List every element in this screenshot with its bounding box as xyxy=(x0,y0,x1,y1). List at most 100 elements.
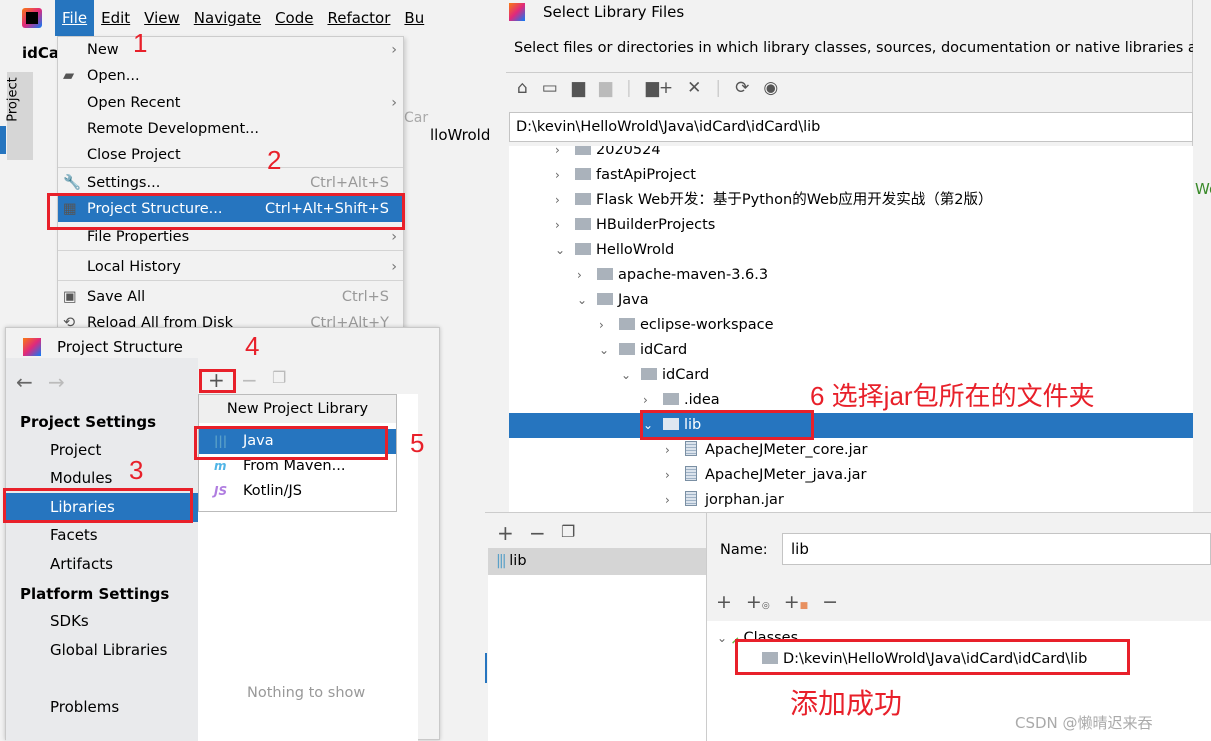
menu-separator xyxy=(58,250,403,251)
menu-item-open-recent[interactable]: Open Recent › xyxy=(58,90,403,116)
remove-button[interactable]: − xyxy=(529,521,546,545)
copy-button[interactable]: ❐ xyxy=(561,522,575,541)
sidebar-item-project[interactable]: Project xyxy=(6,436,198,465)
jar-icon xyxy=(685,491,697,506)
tree-row[interactable]: › 2020524 xyxy=(509,146,1193,163)
menu-item-label: Open... xyxy=(87,68,140,84)
tree-label: apache-maven-3.6.3 xyxy=(618,267,769,283)
menu-bar: File Edit View Navigate Code Refactor Bu xyxy=(55,0,485,36)
menu-item-remote-development[interactable]: Remote Development... xyxy=(58,116,403,142)
sidebar-item-global-libraries[interactable]: Global Libraries xyxy=(6,636,198,665)
chevron-down-icon[interactable]: ⌄ xyxy=(599,338,619,363)
menu-edit[interactable]: Edit xyxy=(94,0,137,36)
section-header: Platform Settings xyxy=(20,585,170,603)
menu-refactor[interactable]: Refactor xyxy=(320,0,397,36)
watermark: CSDN @懒晴迟来吞 xyxy=(1015,714,1153,732)
menu-navigate[interactable]: Navigate xyxy=(187,0,268,36)
name-input[interactable]: lib xyxy=(782,533,1211,565)
project-folder-icon[interactable]: ▆ xyxy=(572,78,585,98)
menu-bu[interactable]: Bu xyxy=(397,0,431,36)
folder-icon xyxy=(597,268,613,280)
chevron-right-icon[interactable]: › xyxy=(665,463,685,488)
tree-row[interactable]: › ApacheJMeter_core.jar xyxy=(509,438,1193,463)
menu-item-save-all[interactable]: ▣ Save All Ctrl+S xyxy=(58,284,403,310)
menu-item-local-history[interactable]: Local History › xyxy=(58,254,403,280)
menu-item-label: Save All xyxy=(87,289,146,305)
library-icon: ||| xyxy=(496,553,507,569)
jar-icon xyxy=(685,466,697,481)
chevron-right-icon[interactable]: › xyxy=(555,146,575,163)
tree-label: fastApiProject xyxy=(596,167,696,183)
chevron-down-icon[interactable]: ⌄ xyxy=(621,363,641,388)
popup-item-label: From Maven... xyxy=(243,458,346,474)
chevron-right-icon[interactable]: › xyxy=(555,188,575,213)
tree-row[interactable]: ⌄ idCard xyxy=(509,338,1193,363)
add-button[interactable]: + xyxy=(497,521,514,545)
tree-row[interactable]: › ApacheJMeter_java.jar xyxy=(509,463,1193,488)
tree-row[interactable]: › eclipse-workspace xyxy=(509,313,1193,338)
library-list: ||| lib xyxy=(488,548,706,741)
highlight-box xyxy=(47,193,405,230)
menu-item-label: New xyxy=(87,42,119,58)
back-arrow-icon[interactable]: ← xyxy=(16,370,33,394)
chevron-down-icon[interactable]: ⌄ xyxy=(577,288,597,313)
chevron-right-icon[interactable]: › xyxy=(555,213,575,238)
add-root-button[interactable]: + xyxy=(716,591,732,613)
sidebar-item-artifacts[interactable]: Artifacts xyxy=(6,550,198,579)
empty-text: Nothing to show xyxy=(247,685,366,701)
home-icon[interactable]: ⌂ xyxy=(517,78,528,98)
menu-item-new[interactable]: New › xyxy=(58,37,403,63)
dialog-title: Project Structure xyxy=(57,338,183,356)
refresh-icon[interactable]: ⟳ xyxy=(735,78,749,98)
chevron-down-icon[interactable]: ⌄ xyxy=(555,238,575,263)
add-url-button[interactable]: +◎ xyxy=(746,591,770,613)
settings-sidebar: ← → Project Settings Project Modules Librar… xyxy=(6,358,198,741)
project-tool-label: Project xyxy=(5,77,21,122)
module-folder-icon[interactable]: ▆ xyxy=(599,78,612,98)
new-folder-icon[interactable]: ▆+ xyxy=(646,78,673,98)
sidebar-item-sdks[interactable]: SDKs xyxy=(6,607,198,636)
sidebar-item-facets[interactable]: Facets xyxy=(6,521,198,550)
remove-root-button[interactable]: − xyxy=(822,591,838,613)
tree-row[interactable]: › jorphan.jar xyxy=(509,488,1193,512)
chevron-right-icon[interactable]: › xyxy=(665,438,685,463)
menu-item-label: File Properties xyxy=(87,229,190,245)
exclude-button[interactable]: +■ xyxy=(784,591,808,613)
sidebar-item-problems[interactable]: Problems xyxy=(6,693,198,722)
show-hidden-icon[interactable]: ◉ xyxy=(763,78,778,98)
chevron-right-icon[interactable]: › xyxy=(665,488,685,512)
menu-item-label: Remote Development... xyxy=(87,121,259,137)
chevron-right-icon: › xyxy=(391,42,397,58)
tree-row[interactable]: › HBuilderProjects xyxy=(509,213,1193,238)
forward-arrow-icon[interactable]: → xyxy=(48,370,65,394)
chevron-right-icon[interactable]: › xyxy=(555,163,575,188)
chevron-right-icon: › xyxy=(391,95,397,111)
folder-icon xyxy=(575,243,591,255)
tree-row[interactable]: ⌄ HelloWrold xyxy=(509,238,1193,263)
delete-icon[interactable]: ✕ xyxy=(687,78,701,98)
popup-item-kotlin-js[interactable]: JS Kotlin/JS xyxy=(199,479,396,504)
menu-item-close-project[interactable]: Close Project xyxy=(58,142,403,168)
tree-label: Java xyxy=(618,292,649,308)
tree-row[interactable]: › Flask Web开发：基于Python的Web应用开发实战（第2版） xyxy=(509,188,1193,213)
project-tool-tab[interactable]: Project xyxy=(5,72,33,160)
tree-label: Flask Web开发：基于Python的Web应用开发实战（第2版） xyxy=(596,192,993,208)
editor-text: Wo xyxy=(1195,180,1211,198)
dialog-description: Select files or directories in which lib… xyxy=(514,40,1193,56)
tree-row[interactable]: › fastApiProject xyxy=(509,163,1193,188)
menu-file[interactable]: File xyxy=(55,0,95,36)
tree-row[interactable]: ⌄ lib xyxy=(509,413,1193,438)
project-tab[interactable]: idCa xyxy=(22,44,59,62)
tree-row[interactable]: › apache-maven-3.6.3 xyxy=(509,263,1193,288)
chevron-right-icon[interactable]: › xyxy=(599,313,619,338)
menu-item-open[interactable]: ▰ Open... xyxy=(58,63,403,89)
tree-row[interactable]: ⌄ Java xyxy=(509,288,1193,313)
highlight-box xyxy=(640,410,814,440)
desktop-icon[interactable]: ▭ xyxy=(542,78,558,98)
remove-library-button[interactable]: − xyxy=(241,368,258,392)
library-item-lib[interactable]: ||| lib xyxy=(488,548,706,575)
copy-library-button[interactable]: ❐ xyxy=(272,368,286,387)
menu-code[interactable]: Code xyxy=(268,0,320,36)
path-input[interactable]: D:\kevin\HelloWrold\Java\idCard\idCard\l… xyxy=(509,112,1193,142)
chevron-right-icon[interactable]: › xyxy=(577,263,597,288)
